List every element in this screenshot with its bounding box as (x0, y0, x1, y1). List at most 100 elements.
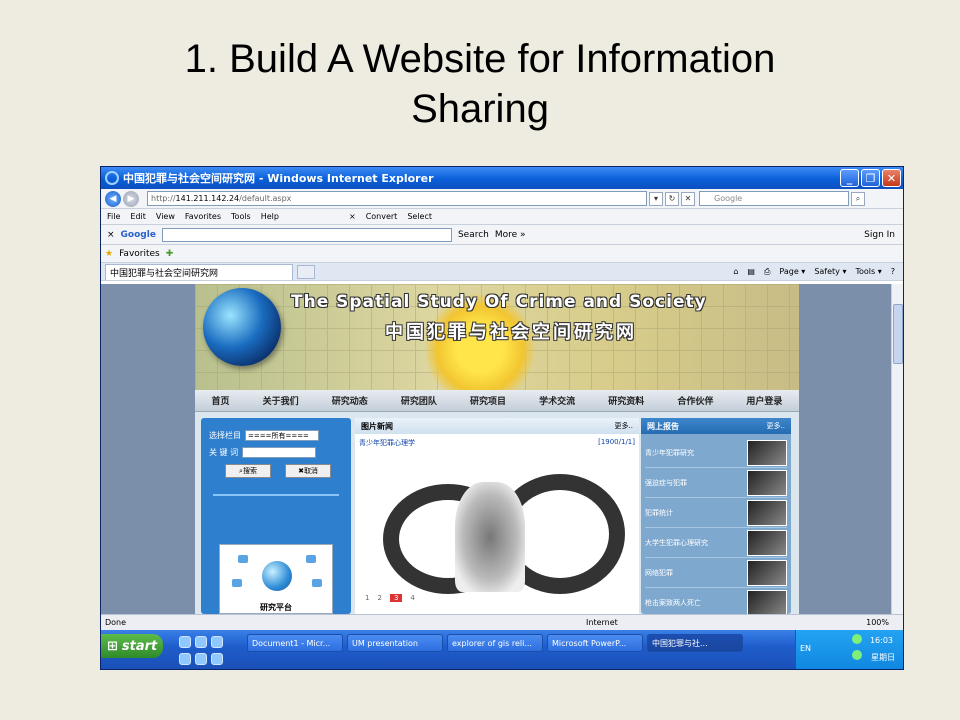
menu-bar: File Edit View Favorites Tools Help × Co… (101, 209, 903, 225)
system-tray: EN 16:03 星期日 (795, 630, 903, 669)
nav-login[interactable]: 用户登录 (746, 394, 782, 407)
quick-launch-icon[interactable] (195, 636, 207, 648)
address-dropdown-icon[interactable]: ▾ (649, 191, 663, 206)
ie-logo-icon (105, 171, 119, 185)
toolbar-close-icon[interactable]: × (349, 212, 356, 221)
google-toolbar: × Google Search More » Sign In (101, 225, 903, 245)
site-nav: 首页 关于我们 研究动态 研究团队 研究项目 学术交流 研究资料 合作伙伴 用户… (195, 390, 799, 412)
language-indicator[interactable]: EN (800, 644, 811, 653)
nav-team[interactable]: 研究团队 (401, 394, 437, 407)
stop-icon[interactable]: ✕ (681, 191, 695, 206)
menu-help[interactable]: Help (261, 212, 279, 221)
close-button[interactable]: ✕ (882, 169, 901, 187)
feeds-icon[interactable]: ▤ (747, 267, 755, 277)
status-bar: Done Internet 100% (101, 614, 903, 630)
keyword-label: 关 键 词 (209, 448, 239, 457)
taskbar: ⊞ start Document1 - Micr... UM presentat… (101, 630, 903, 669)
pager-1[interactable]: 1 (365, 594, 369, 602)
quick-launch-icon[interactable] (195, 653, 207, 665)
nav-materials[interactable]: 研究资料 (608, 394, 644, 407)
zoom-level[interactable]: 100% (866, 618, 889, 627)
search-icon[interactable]: ⌕ (851, 191, 865, 206)
banner-title-cn: 中国犯罪与社会空间研究网 (385, 322, 637, 343)
site-search-button[interactable]: ⌕ 搜索 (225, 464, 271, 478)
convert-button[interactable]: Convert (366, 212, 398, 221)
tab-current[interactable]: 中国犯罪与社会空间研究网 (105, 263, 293, 280)
report-item[interactable]: 网络犯罪 (645, 558, 787, 588)
live-search-input[interactable]: Google (699, 191, 849, 206)
nav-about[interactable]: 关于我们 (263, 394, 299, 407)
task-document1[interactable]: Document1 - Micr... (247, 634, 343, 652)
google-more-button[interactable]: More » (495, 230, 526, 240)
report-thumbnail (747, 469, 787, 496)
menu-edit[interactable]: Edit (130, 212, 146, 221)
reports-title: 网上报告 (647, 421, 679, 431)
nav-research-news[interactable]: 研究动态 (332, 394, 368, 407)
news-item[interactable]: 青少年犯罪心理学 [1900/1/1] (355, 434, 639, 452)
command-bar: ⌂ ▤ ⎙ Page ▾ Safety ▾ Tools ▾ ? (733, 267, 903, 277)
photo-news-panel: 图片新闻 更多.. 青少年犯罪心理学 [1900/1/1] 1 2 3 4 (355, 418, 639, 614)
report-item[interactable]: 犯罪统计 (645, 498, 787, 528)
menu-view[interactable]: View (156, 212, 175, 221)
select-button[interactable]: Select (407, 212, 432, 221)
report-item[interactable]: 大学生犯罪心理研究 (645, 528, 787, 558)
vertical-scrollbar[interactable] (891, 284, 903, 614)
favorites-button[interactable]: Favorites (119, 249, 160, 259)
sign-in-link[interactable]: Sign In (864, 230, 895, 240)
column-label: 选择栏目 (209, 431, 241, 440)
nav-partners[interactable]: 合作伙伴 (677, 394, 713, 407)
task-explorer-gis[interactable]: explorer of gis reli... (447, 634, 543, 652)
task-powerpoint[interactable]: Microsoft PowerP... (547, 634, 643, 652)
tools-menu[interactable]: Tools ▾ (855, 267, 881, 277)
report-item[interactable]: 枪击案致两人死亡 (645, 588, 787, 614)
report-item[interactable]: 强迫症与犯罪 (645, 468, 787, 498)
address-bar[interactable]: http://141.211.142.24/default.aspx (147, 191, 647, 206)
globe-logo (203, 288, 281, 366)
google-search-button[interactable]: Search (458, 230, 489, 240)
research-platform-card[interactable]: 研究平台 (219, 544, 333, 614)
menu-favorites[interactable]: Favorites (185, 212, 221, 221)
add-favorite-icon[interactable]: ✚ (166, 249, 174, 259)
column-select[interactable]: ====所有==== (245, 430, 319, 441)
site-cancel-button[interactable]: ✖ 取消 (285, 464, 331, 478)
photo-news-more-link[interactable]: 更多.. (615, 421, 633, 431)
nav-projects[interactable]: 研究项目 (470, 394, 506, 407)
minimize-button[interactable]: _ (840, 169, 859, 187)
report-thumbnail (747, 499, 787, 526)
nav-home[interactable]: 首页 (212, 394, 230, 407)
print-icon[interactable]: ⎙ (764, 267, 770, 277)
quick-launch-icon[interactable] (179, 636, 191, 648)
home-icon[interactable]: ⌂ (733, 267, 738, 277)
google-search-input[interactable] (161, 227, 452, 242)
task-ie-site[interactable]: 中国犯罪与社... (647, 634, 743, 652)
reports-more-link[interactable]: 更多.. (767, 421, 785, 431)
report-item[interactable]: 青少年犯罪研究 (645, 438, 787, 468)
nav-exchange[interactable]: 学术交流 (539, 394, 575, 407)
news-photo[interactable] (365, 454, 629, 604)
news-title: 青少年犯罪心理学 (359, 439, 415, 447)
tray-icon[interactable] (852, 650, 862, 660)
menu-tools[interactable]: Tools (231, 212, 251, 221)
pager-4[interactable]: 4 (410, 594, 414, 602)
back-button[interactable]: ◀ (105, 190, 121, 207)
page-menu[interactable]: Page ▾ (779, 267, 805, 277)
quick-launch-icon[interactable] (211, 636, 223, 648)
safety-menu[interactable]: Safety ▾ (814, 267, 846, 277)
maximize-button[interactable]: ❐ (861, 169, 880, 187)
start-button[interactable]: ⊞ start (101, 634, 163, 658)
keyword-input[interactable] (242, 447, 317, 458)
menu-file[interactable]: File (107, 212, 120, 221)
new-tab-button[interactable] (297, 264, 315, 279)
window-title: 中国犯罪与社会空间研究网 - Windows Internet Explorer (123, 172, 434, 185)
forward-button[interactable]: ▶ (123, 190, 139, 207)
browser-screenshot: 中国犯罪与社会空间研究网 - Windows Internet Explorer… (100, 166, 904, 670)
google-close-icon[interactable]: × (107, 230, 115, 240)
network-icon[interactable] (852, 634, 862, 644)
task-um-presentation[interactable]: UM presentation (347, 634, 443, 652)
refresh-icon[interactable]: ↻ (665, 191, 679, 206)
quick-launch-icon[interactable] (179, 653, 191, 665)
pager-3[interactable]: 3 (389, 594, 403, 602)
pager-2[interactable]: 2 (377, 594, 381, 602)
quick-launch-icon[interactable] (211, 653, 223, 665)
help-icon[interactable]: ? (891, 267, 895, 277)
